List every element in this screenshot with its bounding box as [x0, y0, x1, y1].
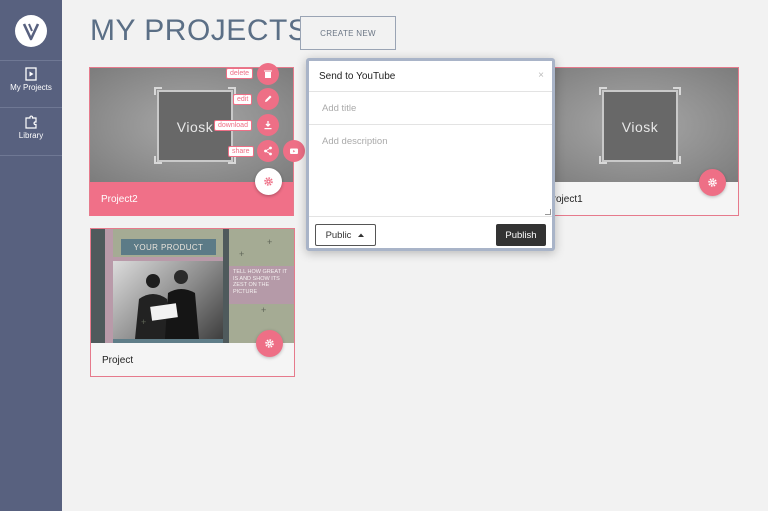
close-icon[interactable]: ×: [538, 70, 544, 81]
project-thumbnail[interactable]: YOUR PRODUCT TELL HOW GREAT IT IS AND SH…: [91, 229, 294, 343]
sidebar-item-my-projects[interactable]: My Projects: [0, 61, 62, 108]
app-logo[interactable]: [15, 15, 47, 47]
delete-button[interactable]: [257, 63, 279, 85]
sidebar-item-label: Library: [18, 131, 44, 140]
frame-corner: [673, 87, 681, 95]
plus-decoration-icon: +: [239, 249, 245, 259]
sidebar-item-library[interactable]: Library: [0, 109, 62, 156]
frame-corner: [154, 87, 162, 95]
share-button[interactable]: [257, 140, 279, 162]
thumbnail-body-text: TELL HOW GREAT IT IS AND SHOW ITS ZEST O…: [229, 266, 294, 304]
pencil-icon: [265, 95, 272, 102]
create-new-button[interactable]: CREATE NEW: [300, 16, 396, 50]
description-textarea[interactable]: Add description: [309, 125, 552, 217]
sidebar-item-label: My Projects: [10, 83, 52, 92]
gear-icon: [708, 178, 717, 187]
thumbnail-logo-text: Viosk: [621, 119, 659, 135]
share-label: share: [228, 146, 254, 157]
frame-corner: [154, 156, 162, 164]
thumbnail-stripe: [91, 229, 105, 343]
edit-button[interactable]: [257, 88, 279, 110]
project-settings-button[interactable]: [256, 330, 283, 357]
delete-label: delete: [226, 68, 254, 79]
plus-decoration-icon: +: [267, 237, 273, 247]
sidebar: My Projects Library: [0, 0, 62, 511]
share-icon: [264, 146, 272, 156]
project-card[interactable]: Viosk Project1: [534, 67, 739, 216]
thumbnail-stripe: [105, 229, 113, 343]
publish-button[interactable]: Publish: [496, 224, 546, 246]
title-input[interactable]: Add title: [309, 92, 552, 125]
thumbnail-title: YOUR PRODUCT: [121, 239, 216, 255]
description-placeholder: Add description: [322, 136, 388, 147]
privacy-dropdown[interactable]: Public: [315, 224, 376, 246]
product-photo: [113, 261, 223, 339]
resize-handle-icon[interactable]: [545, 209, 551, 215]
puzzle-icon: [25, 115, 37, 129]
download-icon: [264, 121, 272, 130]
frame-corner: [673, 156, 681, 164]
settings-button[interactable]: [255, 168, 282, 195]
caret-up-icon: [358, 233, 365, 237]
project-card[interactable]: YOUR PRODUCT TELL HOW GREAT IT IS AND SH…: [90, 228, 295, 377]
edit-label: edit: [233, 94, 253, 105]
youtube-icon: [290, 148, 298, 154]
thumbnail-frame: Viosk: [602, 90, 678, 162]
gear-icon: [265, 339, 274, 348]
project-thumbnail[interactable]: Viosk: [535, 68, 738, 182]
v-logo-icon: [22, 23, 40, 41]
gear-icon: [264, 177, 273, 186]
youtube-modal: Send to YouTube × Add title Add descript…: [306, 58, 555, 251]
page-title: MY PROJECTS: [90, 14, 309, 47]
plus-decoration-icon: +: [141, 317, 147, 327]
privacy-value: Public: [325, 229, 352, 241]
modal-title: Send to YouTube: [309, 61, 552, 92]
frame-corner: [599, 156, 607, 164]
youtube-share-button[interactable]: [283, 140, 305, 162]
frame-corner: [228, 156, 236, 164]
plus-decoration-icon: +: [261, 305, 267, 315]
download-button[interactable]: [257, 114, 279, 136]
frame-corner: [599, 87, 607, 95]
play-file-icon: [25, 67, 37, 81]
project-settings-button[interactable]: [699, 169, 726, 196]
trash-icon: [264, 70, 272, 78]
download-label: download: [214, 120, 252, 131]
